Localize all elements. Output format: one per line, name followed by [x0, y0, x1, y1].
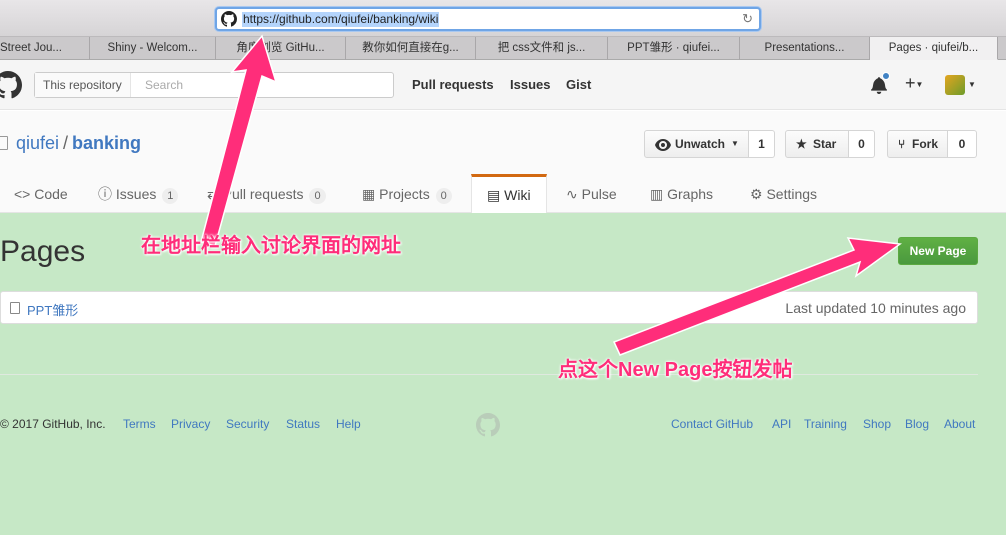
footer-link-terms[interactable]: Terms [123, 417, 156, 431]
fork-label: Fork [912, 137, 939, 151]
footer-link-about[interactable]: About [944, 417, 975, 431]
unwatch-label: Unwatch [675, 137, 726, 151]
github-header: This repository Search Pull requests Iss… [0, 60, 1006, 110]
project-icon: ▦ [362, 186, 376, 202]
tab-projects[interactable]: ▦ Projects 0 [362, 174, 452, 213]
footer-link-status[interactable]: Status [286, 417, 320, 431]
browser-tab[interactable]: Street Jou... [0, 37, 90, 60]
tab-pulse-label: Pulse [581, 186, 617, 202]
tab-wiki-label: Wiki [504, 187, 531, 203]
tab-wiki[interactable]: ▤ Wiki [471, 174, 547, 214]
footer-divider [0, 374, 978, 375]
address-bar[interactable]: https://github.com/qiufei/banking/wiki ↻ [215, 7, 761, 31]
browser-tab-active[interactable]: Pages · qiufei/b... [870, 37, 998, 60]
tab-pulls-label: Pull requests [222, 186, 304, 202]
pulls-count: 0 [309, 188, 326, 204]
gear-icon: ⚙ [750, 186, 763, 202]
browser-tab-bar: Street Jou... Shiny - Welcom... 角度浏览 Git… [0, 37, 1006, 60]
tab-issues[interactable]: ⓘ Issues 1 [98, 174, 179, 213]
nav-pull-requests[interactable]: Pull requests [412, 77, 494, 92]
page-title: Pages [0, 235, 86, 268]
issue-icon: ⓘ [98, 186, 112, 202]
browser-tab[interactable]: 把 css文件和 js... [476, 37, 608, 60]
watch-count[interactable]: 1 [749, 130, 775, 158]
tab-pull-requests[interactable]: ⇄ Pull requests 0 [207, 174, 326, 213]
nav-issues[interactable]: Issues [510, 77, 550, 92]
footer-link-blog[interactable]: Blog [905, 417, 929, 431]
star-count[interactable]: 0 [849, 130, 875, 158]
reload-icon[interactable]: ↻ [742, 11, 753, 27]
browser-tab[interactable]: 角度浏览 GitHu... [216, 37, 346, 60]
repo-name-link[interactable]: banking [72, 133, 141, 153]
code-icon: <> [14, 186, 31, 202]
repo-icon [0, 136, 8, 150]
chevron-down-icon[interactable]: ▼ [968, 80, 976, 89]
footer-link-api[interactable]: API [772, 417, 791, 431]
footer-link-security[interactable]: Security [226, 417, 269, 431]
github-logo-icon[interactable] [0, 71, 24, 99]
footer-link-help[interactable]: Help [336, 417, 361, 431]
plus-label: + [905, 73, 916, 93]
projects-count: 0 [435, 188, 452, 204]
tab-settings[interactable]: ⚙ Settings [750, 174, 817, 213]
fork-button[interactable]: ⑂ Fork [887, 130, 948, 158]
footer-link-privacy[interactable]: Privacy [171, 417, 210, 431]
tab-projects-label: Projects [379, 186, 430, 202]
tab-pulse[interactable]: ∿ Pulse [566, 174, 617, 213]
graph-icon: ▥ [650, 186, 664, 202]
repo-owner-link[interactable]: qiufei [16, 133, 59, 153]
tab-settings-label: Settings [766, 186, 818, 202]
annotation-address-bar: 在地址栏输入讨论界面的网址 [141, 235, 401, 257]
book-icon: ▤ [487, 187, 501, 203]
github-favicon-icon [221, 11, 237, 27]
star-button[interactable]: ★ Star [785, 130, 849, 158]
browser-toolbar: https://github.com/qiufei/banking/wiki ↻ [0, 0, 1006, 37]
search-scope-label: This repository [35, 73, 131, 97]
star-icon: ★ [796, 137, 807, 151]
browser-tab[interactable]: Shiny - Welcom... [90, 37, 216, 60]
chevron-down-icon: ▼ [731, 139, 739, 148]
avatar[interactable] [945, 75, 965, 95]
github-mark-icon[interactable] [476, 413, 500, 437]
browser-tab[interactable]: 教你如何直接在g... [346, 37, 476, 60]
plus-icon[interactable]: +▼ [905, 73, 923, 94]
file-icon [10, 302, 20, 314]
unwatch-button[interactable]: Unwatch ▼ [644, 130, 749, 158]
footer-link-training[interactable]: Training [804, 417, 847, 431]
tab-graphs[interactable]: ▥ Graphs [650, 174, 713, 213]
footer-link-contact[interactable]: Contact GitHub [671, 417, 753, 431]
copyright: © 2017 GitHub, Inc. [0, 417, 106, 431]
browser-tab[interactable]: PPT雏形 · qiufei... [608, 37, 740, 60]
browser-tab[interactable]: Presentations... [740, 37, 870, 60]
tab-code[interactable]: <> Code [14, 174, 68, 213]
tab-issues-label: Issues [115, 186, 157, 202]
star-label: Star [813, 137, 837, 151]
tab-code-label: Code [34, 186, 68, 202]
last-updated: Last updated 10 minutes ago [785, 300, 966, 316]
annotation-new-page: 点这个New Page按钮发帖 [558, 359, 793, 381]
search-input[interactable]: Search [145, 73, 183, 97]
wiki-page-link[interactable]: PPT雏形 [27, 300, 78, 319]
repo-title-separator: / [63, 133, 69, 153]
url-text[interactable]: https://github.com/qiufei/banking/wiki [242, 12, 440, 27]
repo-header: qiufei / banking Unwatch ▼ 1 ★ Star 0 ⑂ Fo… [0, 111, 1006, 214]
notification-dot [882, 72, 890, 80]
new-page-button[interactable]: New Page [898, 237, 978, 265]
nav-gist[interactable]: Gist [566, 77, 591, 92]
chevron-down-icon: ▼ [915, 79, 924, 89]
wiki-main: Pages New Page PPT雏形 Last updated 10 min… [0, 213, 1006, 535]
pull-request-icon: ⇄ [207, 186, 219, 202]
tab-graphs-label: Graphs [667, 186, 714, 202]
fork-icon: ⑂ [898, 137, 906, 151]
repo-title: qiufei / banking [16, 133, 141, 154]
search-box[interactable]: This repository Search [34, 72, 394, 98]
issues-count: 1 [162, 188, 179, 204]
fork-count[interactable]: 0 [948, 130, 977, 158]
pulse-icon: ∿ [566, 186, 578, 202]
list-item: PPT雏形 Last updated 10 minutes ago [0, 291, 978, 324]
eye-icon [655, 131, 671, 157]
footer-link-shop[interactable]: Shop [863, 417, 891, 431]
